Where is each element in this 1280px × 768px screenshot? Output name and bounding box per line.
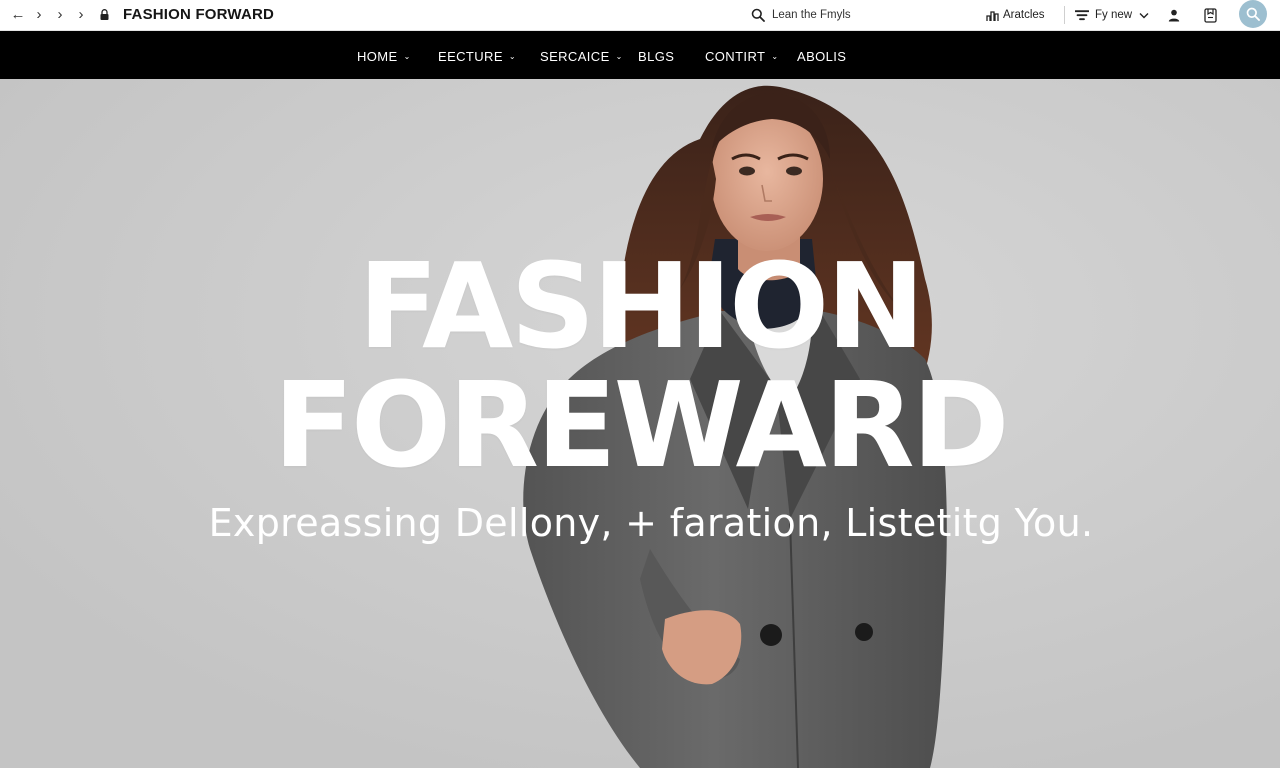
nav-item-contirt[interactable]: CONTIRT ⌄ [705, 47, 778, 65]
filter-label: Fy new [1095, 9, 1133, 21]
nav-item-label: EECTURE [438, 48, 503, 64]
search-bar[interactable] [751, 5, 922, 25]
bookmark-icon [1204, 7, 1217, 23]
hero-tagline: Expreassing Dellony, + faration, Listeti… [208, 501, 1094, 545]
search-icon[interactable] [751, 8, 765, 22]
browser-toolbar: ← › › › FASHION FORWARD Aratcles Fy new [0, 0, 1280, 31]
nav-item-eecture[interactable]: EECTURE ⌄ [438, 47, 516, 65]
user-button[interactable] [1168, 5, 1180, 25]
nav-item-home[interactable]: HOME ⌄ [357, 47, 411, 65]
chevron-down-icon: ⌄ [508, 52, 517, 61]
nav-item-label: BLGS [638, 48, 675, 64]
hero-title-line-1: FASHION [357, 237, 925, 375]
nav-item-label: CONTIRT [705, 48, 766, 64]
forward-arrow-icon[interactable]: › [30, 5, 48, 23]
nav-item-label: SERCAICE [540, 48, 610, 64]
filter-dropdown[interactable]: Fy new [1075, 5, 1149, 25]
bookmark-button[interactable] [1204, 5, 1217, 25]
nav-item-sercaice[interactable]: SERCAICE ⌄ [540, 47, 623, 65]
nav-item-label: HOME [357, 48, 398, 64]
back-arrow-icon[interactable]: ← [9, 5, 27, 23]
chevron-down-icon [1139, 12, 1149, 18]
nav-item-blgs[interactable]: BLGS [638, 47, 674, 65]
nav-item-label: ABOLIS [797, 48, 847, 64]
search-input[interactable] [772, 6, 922, 24]
search-avatar-button[interactable] [1239, 0, 1267, 28]
chevron-down-icon: ⌄ [615, 52, 623, 61]
forward-arrow-icon-2[interactable]: › [51, 5, 69, 23]
hero-title-line-2: FOREWARD [273, 356, 1009, 494]
articles-link[interactable]: Aratcles [986, 5, 1045, 25]
site-title[interactable]: FASHION FORWARD [123, 6, 274, 23]
articles-label: Aratcles [1003, 9, 1045, 21]
articles-icon [986, 10, 999, 21]
main-navigation: HOME ⌄ EECTURE ⌄ SERCAICE ⌄ BLGS CONTIRT… [0, 31, 1280, 79]
user-icon [1168, 9, 1180, 21]
search-icon-circle [1246, 7, 1260, 21]
lock-icon [100, 9, 109, 20]
filter-icon [1075, 9, 1089, 20]
toolbar-divider [1064, 6, 1065, 24]
chevron-down-icon: ⌄ [403, 52, 411, 61]
hero-banner: FASHION FOREWARD Expreassing Dellony, + … [0, 79, 1280, 768]
forward-arrow-icon-3[interactable]: › [72, 5, 90, 23]
nav-item-abolis[interactable]: ABOLIS [797, 47, 846, 65]
chevron-down-icon: ⌄ [771, 52, 779, 61]
